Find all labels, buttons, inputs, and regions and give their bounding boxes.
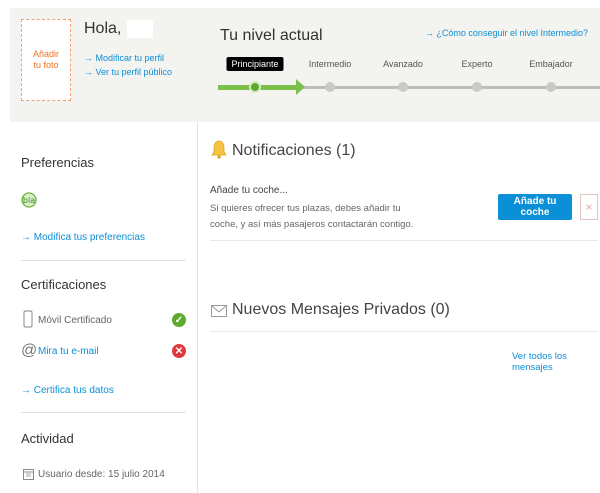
level-dot-intermedio	[325, 82, 335, 92]
add-photo-label: Añadir tu foto	[32, 49, 59, 70]
level-dot-avanzado	[398, 82, 408, 92]
level-dot-principiante	[249, 81, 261, 93]
progress-arrow-icon	[296, 79, 305, 95]
sidebar-divider	[21, 412, 186, 413]
messages-divider	[210, 331, 598, 332]
chat-preference-icon: bla	[21, 192, 37, 208]
mobile-phone-icon	[23, 310, 33, 328]
greeting-row: Hola,	[84, 20, 154, 38]
private-messages-heading: Nuevos Mensajes Privados (0)	[232, 301, 450, 318]
sidebar: Preferencias bla → Modifica tus preferen…	[0, 122, 198, 493]
close-icon: ×	[585, 200, 593, 214]
at-sign-icon: @	[21, 342, 38, 359]
level-intermedio: Intermedio	[308, 59, 352, 69]
mobile-certified-label: Móvil Certificado	[38, 315, 112, 326]
user-name-redacted	[127, 20, 154, 38]
check-icon: ✓	[172, 313, 186, 327]
notifications-heading: Notificaciones (1)	[232, 142, 356, 159]
certifications-heading: Certificaciones	[21, 277, 107, 292]
next-level-link[interactable]: → ¿Cómo conseguir el nivel Intermedio?	[425, 28, 588, 38]
edit-preferences-link[interactable]: → Modifica tus preferencias	[21, 232, 145, 243]
notification-body: Si quieres ofrecer tus plazas, debes aña…	[210, 203, 414, 230]
level-embajador: Embajador	[529, 59, 573, 69]
level-experto: Experto	[461, 59, 493, 69]
view-all-messages-link[interactable]: Ver todos los mensajes	[512, 351, 600, 373]
add-car-button[interactable]: Añade tu coche	[498, 194, 572, 220]
edit-profile-link[interactable]: → Modificar tu perfil	[84, 53, 164, 63]
view-public-profile-link[interactable]: → Ver tu perfil público	[84, 67, 172, 77]
level-title: Tu nivel actual	[220, 27, 323, 44]
notifications-divider	[210, 240, 598, 241]
svg-text:bla: bla	[23, 196, 35, 205]
activity-heading: Actividad	[21, 431, 74, 446]
dismiss-notification-button[interactable]: ×	[580, 194, 598, 220]
envelope-icon	[211, 305, 227, 317]
level-dot-embajador	[546, 82, 556, 92]
error-icon: ✕	[172, 344, 186, 358]
profile-header: Añadir tu foto Hola, → Modificar tu perf…	[10, 8, 600, 122]
certify-data-link[interactable]: → Certifica tus datos	[21, 385, 114, 396]
sidebar-divider	[21, 260, 186, 261]
level-dot-experto	[472, 82, 482, 92]
check-email-link[interactable]: Mira tu e-mail	[38, 346, 99, 357]
member-since-label: Usuario desde: 15 julio 2014	[38, 469, 165, 480]
add-photo-button[interactable]: Añadir tu foto	[21, 19, 71, 101]
level-avanzado: Avanzado	[383, 59, 423, 69]
preferences-heading: Preferencias	[21, 155, 94, 170]
bell-icon	[211, 140, 227, 159]
notification-title: Añade tu coche...	[210, 185, 288, 196]
level-principiante: Principiante	[226, 57, 284, 71]
greeting-text: Hola,	[84, 20, 122, 37]
calendar-icon	[23, 469, 34, 480]
